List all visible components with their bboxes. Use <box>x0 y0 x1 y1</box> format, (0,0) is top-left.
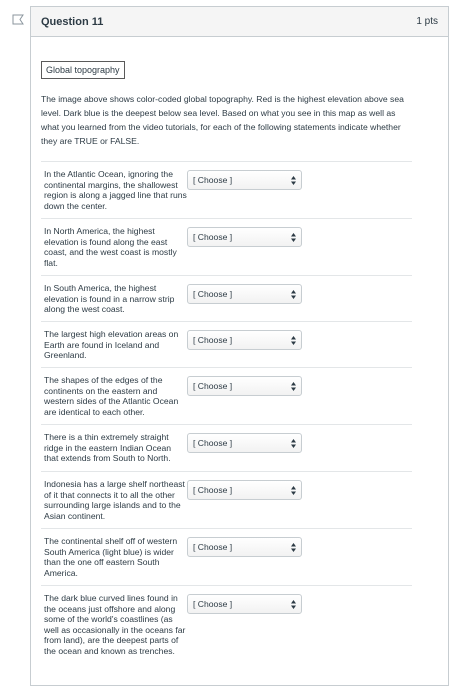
statement-row: There is a thin extremely straight ridge… <box>41 424 412 471</box>
statement-text: In the Atlantic Ocean, ignoring the cont… <box>44 169 187 211</box>
statement-text: The continental shelf off of western Sou… <box>44 536 178 578</box>
bookmark-flag-icon[interactable] <box>12 14 24 25</box>
answer-select-value: [ Choose ] <box>193 599 233 609</box>
statement-row: In North America, the highest elevation … <box>41 218 412 275</box>
statement-row: The dark blue curved lines found in the … <box>41 585 412 680</box>
question-body: Global topography The image above shows … <box>31 37 448 148</box>
statement-text: The largest high elevation areas on Eart… <box>44 329 179 360</box>
answer-select[interactable]: [ Choose ] <box>187 594 302 614</box>
answer-select-value: [ Choose ] <box>193 381 233 391</box>
select-arrows-icon <box>291 438 296 448</box>
answer-select[interactable]: [ Choose ] <box>187 170 302 190</box>
answer-select[interactable]: [ Choose ] <box>187 480 302 500</box>
statement-text: The shapes of the edges of the continent… <box>44 375 179 417</box>
statement-text: In South America, the highest elevation … <box>44 283 175 314</box>
image-label: Global topography <box>41 61 125 79</box>
answer-select-value: [ Choose ] <box>193 438 233 448</box>
statement-text: There is a thin extremely straight ridge… <box>44 432 172 463</box>
answer-select[interactable]: [ Choose ] <box>187 227 302 247</box>
answer-select[interactable]: [ Choose ] <box>187 284 302 304</box>
answer-select[interactable]: [ Choose ] <box>187 433 302 453</box>
statement-row: The continental shelf off of western Sou… <box>41 528 412 585</box>
statement-list: In the Atlantic Ocean, ignoring the cont… <box>41 161 412 680</box>
answer-select-value: [ Choose ] <box>193 232 233 242</box>
question-prompt: The image above shows color-coded global… <box>41 94 404 146</box>
answer-select-value: [ Choose ] <box>193 485 233 495</box>
statement-row: In the Atlantic Ocean, ignoring the cont… <box>41 161 412 218</box>
select-arrows-icon <box>291 289 296 299</box>
answer-select[interactable]: [ Choose ] <box>187 537 302 557</box>
statement-text: In North America, the highest elevation … <box>44 226 177 268</box>
select-arrows-icon <box>291 485 296 495</box>
statement-text: The dark blue curved lines found in the … <box>44 593 186 656</box>
question-header: Question 11 1 pts <box>31 7 448 37</box>
select-arrows-icon <box>291 335 296 345</box>
answer-select-value: [ Choose ] <box>193 175 233 185</box>
select-arrows-icon <box>291 599 296 609</box>
answer-select[interactable]: [ Choose ] <box>187 330 302 350</box>
question-title: Question 11 <box>41 15 104 28</box>
statement-row: In South America, the highest elevation … <box>41 275 412 321</box>
select-arrows-icon <box>291 542 296 552</box>
select-arrows-icon <box>291 381 296 391</box>
answer-select-value: [ Choose ] <box>193 335 233 345</box>
answer-select-value: [ Choose ] <box>193 542 233 552</box>
statement-row: The shapes of the edges of the continent… <box>41 367 412 424</box>
select-arrows-icon <box>291 232 296 242</box>
question-points: 1 pts <box>416 16 438 27</box>
statement-row: Indonesia has a large shelf northeast of… <box>41 471 412 528</box>
select-arrows-icon <box>291 175 296 185</box>
statement-row: The largest high elevation areas on Eart… <box>41 321 412 367</box>
question-card: Question 11 1 pts Global topography The … <box>30 6 449 686</box>
statement-text: Indonesia has a large shelf northeast of… <box>44 479 185 521</box>
answer-select[interactable]: [ Choose ] <box>187 376 302 396</box>
answer-select-value: [ Choose ] <box>193 289 233 299</box>
